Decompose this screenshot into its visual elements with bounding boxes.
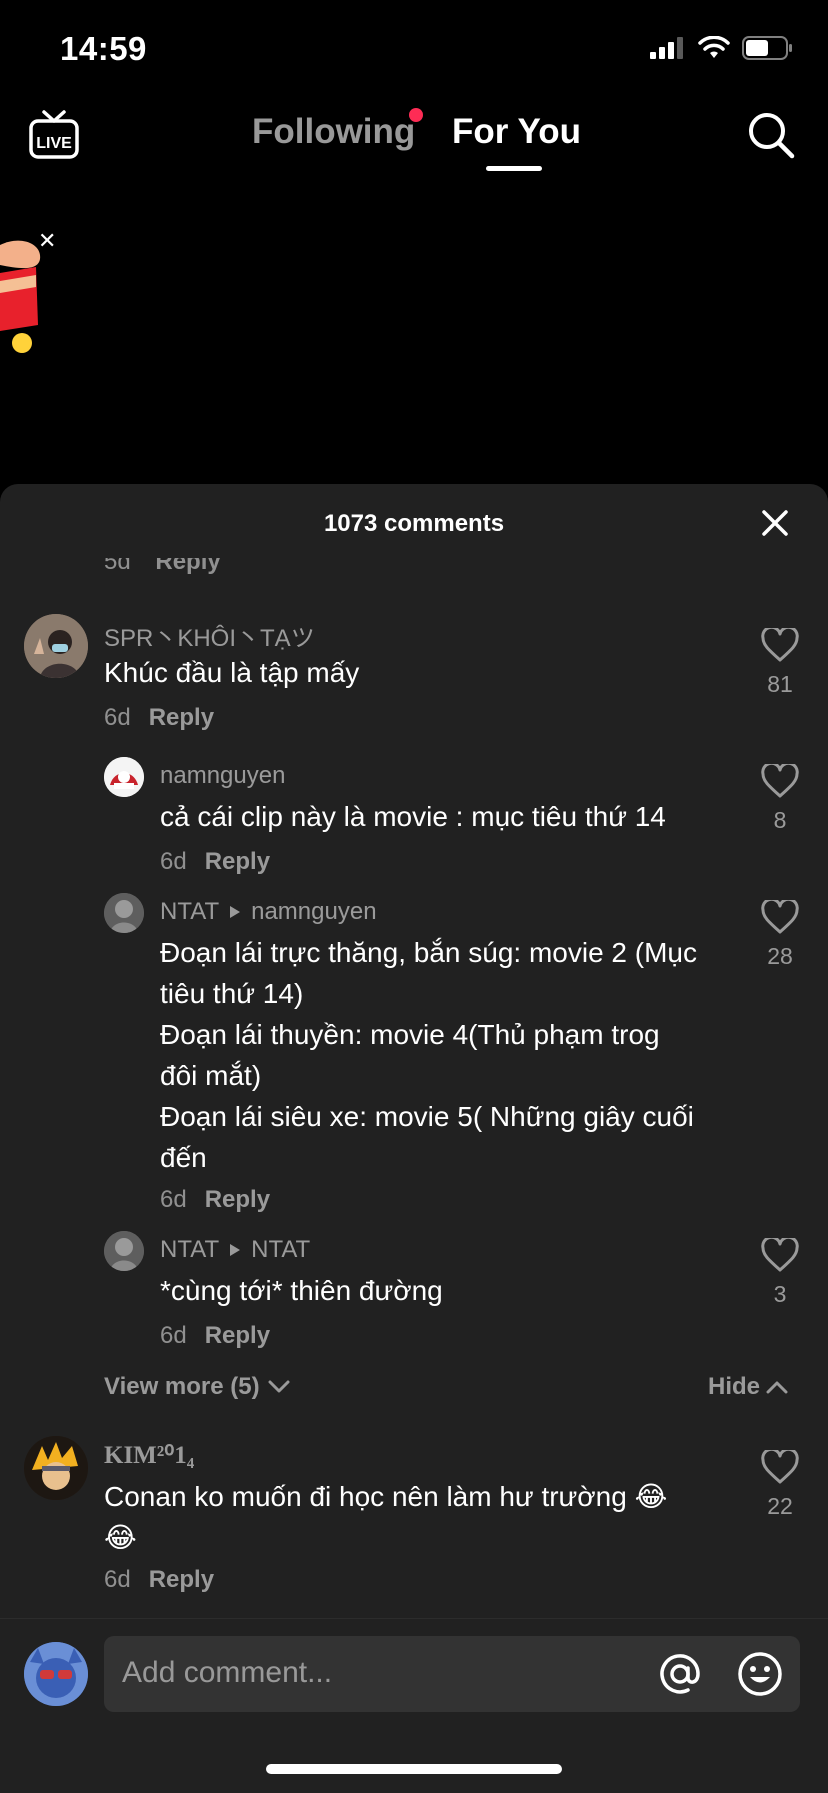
- reply-button[interactable]: Reply: [205, 1322, 270, 1349]
- comment-username[interactable]: NTAT: [160, 1236, 219, 1264]
- avatar[interactable]: [104, 1231, 144, 1271]
- comment-meta: 6d Reply: [104, 1566, 214, 1594]
- status-time: 14:59: [60, 30, 147, 67]
- hide-label: Hide: [707, 1373, 760, 1400]
- comment-text-line: tiêu thứ 14): [160, 978, 304, 1009]
- view-more-label: View more (5): [104, 1373, 260, 1400]
- comment-text: Khúc đầu là tập mấy: [104, 657, 360, 688]
- reply-button[interactable]: Reply: [149, 704, 214, 731]
- heart-icon[interactable]: [761, 897, 799, 934]
- home-indicator: [266, 1764, 562, 1774]
- active-tab-indicator: [486, 166, 542, 171]
- signal-icon: [650, 37, 683, 59]
- avatar[interactable]: [104, 757, 144, 797]
- comment-username-row: NTAT NTAT: [160, 1236, 310, 1264]
- reply-button[interactable]: Reply: [205, 1186, 270, 1213]
- like-button[interactable]: 28: [750, 897, 810, 970]
- reply-to-username[interactable]: namnguyen: [251, 898, 376, 926]
- avatar[interactable]: [24, 1436, 88, 1500]
- comment-username-row: NTAT namnguyen: [160, 898, 377, 926]
- tab-for-you[interactable]: For You: [452, 112, 581, 152]
- comment-text: Conan ko muốn đi học nên làm hư trường 😂…: [104, 1476, 667, 1558]
- status-icons: [650, 36, 794, 60]
- comment-time: 6d: [104, 1566, 131, 1593]
- comment-text: cả cái clip này là movie : mục tiêu thứ …: [160, 801, 666, 832]
- comment-text-line: Đoạn lái trực thăng, bắn súg: movie 2 (M…: [160, 937, 698, 968]
- comment-time: 6d: [160, 848, 187, 875]
- battery-icon: [742, 36, 792, 60]
- emoji-icon[interactable]: [736, 1650, 784, 1698]
- comment-username[interactable]: NTAT: [160, 898, 219, 926]
- comment-meta: 6d Reply: [160, 1186, 270, 1214]
- chevron-down-icon: [268, 1380, 290, 1393]
- like-button[interactable]: 81: [750, 625, 810, 698]
- like-count: 8: [773, 807, 787, 833]
- comment-time: 6d: [104, 704, 131, 731]
- heart-icon[interactable]: [761, 761, 799, 798]
- search-icon[interactable]: [746, 110, 796, 160]
- at-icon[interactable]: [656, 1650, 704, 1698]
- comment-text: Đoạn lái trực thăng, bắn súg: movie 2 (M…: [160, 932, 697, 1178]
- comment-text: *cùng tới* thiên đường: [160, 1275, 443, 1306]
- reply-arrow-icon: [230, 1244, 241, 1256]
- comment-time: 6d: [160, 1322, 187, 1349]
- like-count: 3: [773, 1281, 787, 1307]
- live-icon[interactable]: LIVE: [28, 108, 80, 162]
- like-count: 81: [767, 671, 793, 697]
- notification-dot: [409, 108, 423, 122]
- add-comment-placeholder: Add comment...: [122, 1656, 333, 1689]
- tab-following[interactable]: Following: [252, 112, 415, 152]
- comment-time: 6d: [160, 1186, 187, 1213]
- comment-text-line: Đoạn lái thuyền: movie 4(Thủ phạm trog: [160, 1019, 660, 1050]
- my-avatar[interactable]: [24, 1642, 88, 1706]
- like-count: 28: [767, 943, 793, 969]
- comment-username[interactable]: namnguyen: [160, 762, 285, 790]
- reply-arrow-icon: [230, 906, 241, 918]
- avatar[interactable]: [24, 614, 88, 678]
- comment-text-line: đôi mắt): [160, 1060, 262, 1091]
- live-label: LIVE: [36, 135, 72, 152]
- avatar[interactable]: [104, 893, 144, 933]
- close-icon[interactable]: [760, 508, 790, 538]
- reply-button[interactable]: Reply: [205, 848, 270, 875]
- view-more-replies-button[interactable]: View more (5): [104, 1373, 290, 1401]
- comment-username[interactable]: SPR丶KHÔI丶TẠツ: [104, 618, 315, 653]
- heart-icon[interactable]: [761, 1235, 799, 1272]
- like-button[interactable]: 22: [750, 1447, 810, 1520]
- heart-icon[interactable]: [761, 625, 799, 662]
- like-count: 22: [767, 1493, 793, 1519]
- like-button[interactable]: 8: [750, 761, 810, 834]
- comment-text-line: 😂: [104, 1522, 137, 1553]
- reply-to-username[interactable]: NTAT: [251, 1236, 310, 1264]
- gift-close-icon[interactable]: ✕: [38, 228, 56, 254]
- hide-replies-button[interactable]: Hide: [708, 1373, 788, 1401]
- reply-button[interactable]: Reply: [149, 1566, 214, 1593]
- comment-meta: 6d Reply: [104, 704, 214, 732]
- comment-text-line: Conan ko muốn đi học nên làm hư trường 😂: [104, 1481, 668, 1512]
- comment-meta: 6d Reply: [160, 1322, 270, 1350]
- comments-count-title: 1073 comments: [323, 510, 505, 537]
- comment-meta: 6d Reply: [160, 848, 270, 876]
- comment-text-line: đến: [160, 1142, 207, 1173]
- heart-icon[interactable]: [761, 1447, 799, 1484]
- wifi-icon: [698, 36, 730, 58]
- comment-username[interactable]: KIM²⁰1₄: [104, 1440, 194, 1470]
- chevron-up-icon: [766, 1381, 788, 1394]
- comment-text-line: Đoạn lái siêu xe: movie 5( Những giây cu…: [160, 1101, 694, 1132]
- like-button[interactable]: 3: [750, 1235, 810, 1308]
